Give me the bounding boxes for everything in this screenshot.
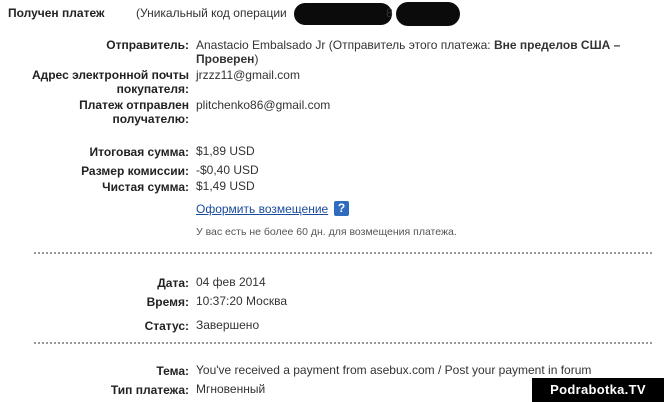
section-divider xyxy=(34,252,652,254)
time-value: 10:37:20 Москва xyxy=(196,294,288,308)
recipient-value: plitchenko86@gmail.com xyxy=(196,98,331,112)
page-title: Получен платеж xyxy=(8,6,105,20)
sender-value: Anastacio Embalsado Jr (Отправитель этог… xyxy=(196,38,620,52)
total-amount-label: Итоговая сумма: xyxy=(89,145,189,159)
fee-value: -$0,40 USD xyxy=(196,163,259,177)
total-amount-value: $1,89 USD xyxy=(196,144,255,158)
subject-value: You've received a payment from asebux.co… xyxy=(196,363,592,377)
net-amount-label: Чистая сумма: xyxy=(102,180,189,194)
buyer-email-label: Адрес электронной почты xyxy=(31,68,189,82)
recipient-label-2: получателю: xyxy=(112,112,189,126)
subject-label: Тема: xyxy=(156,364,189,378)
sender-status-continued: Проверен) xyxy=(196,52,258,66)
net-amount-value: $1,49 USD xyxy=(196,179,255,193)
time-label: Время: xyxy=(146,295,189,309)
transaction-code-label: (Уникальный код операции xyxy=(136,6,287,20)
sender-status-line1: Вне пределов США – xyxy=(493,38,621,52)
transaction-code-tail: 8 xyxy=(386,6,393,20)
sender-note-close: ) xyxy=(254,52,259,66)
redaction-mark xyxy=(294,3,392,25)
payment-type-label: Тип платежа: xyxy=(110,383,189,397)
question-icon[interactable]: ? xyxy=(334,201,349,216)
refund-link[interactable]: Оформить возмещение xyxy=(196,202,328,216)
sender-status-line2: Проверен xyxy=(196,52,255,66)
status-label: Статус: xyxy=(144,319,189,333)
buyer-email-label-2: покупателя: xyxy=(116,82,189,96)
sender-note: (Отправитель этого платежа: xyxy=(328,38,491,52)
section-divider xyxy=(34,342,652,344)
date-value: 04 фев 2014 xyxy=(196,275,266,289)
sender-name: Anastacio Embalsado Jr xyxy=(196,38,326,52)
redaction-mark xyxy=(396,2,460,26)
payment-type-value: Мгновенный xyxy=(196,382,266,396)
date-label: Дата: xyxy=(157,276,189,290)
sender-label: Отправитель: xyxy=(106,38,189,52)
watermark-logo: Podrabotka.TV xyxy=(532,378,664,402)
status-value: Завершено xyxy=(196,318,260,332)
recipient-label: Платеж отправлен xyxy=(79,98,189,112)
buyer-email-value: jrzzz11@gmail.com xyxy=(196,68,300,82)
refund-note: У вас есть не более 60 дн. для возмещени… xyxy=(196,226,457,238)
fee-label: Размер комиссии: xyxy=(81,164,189,178)
